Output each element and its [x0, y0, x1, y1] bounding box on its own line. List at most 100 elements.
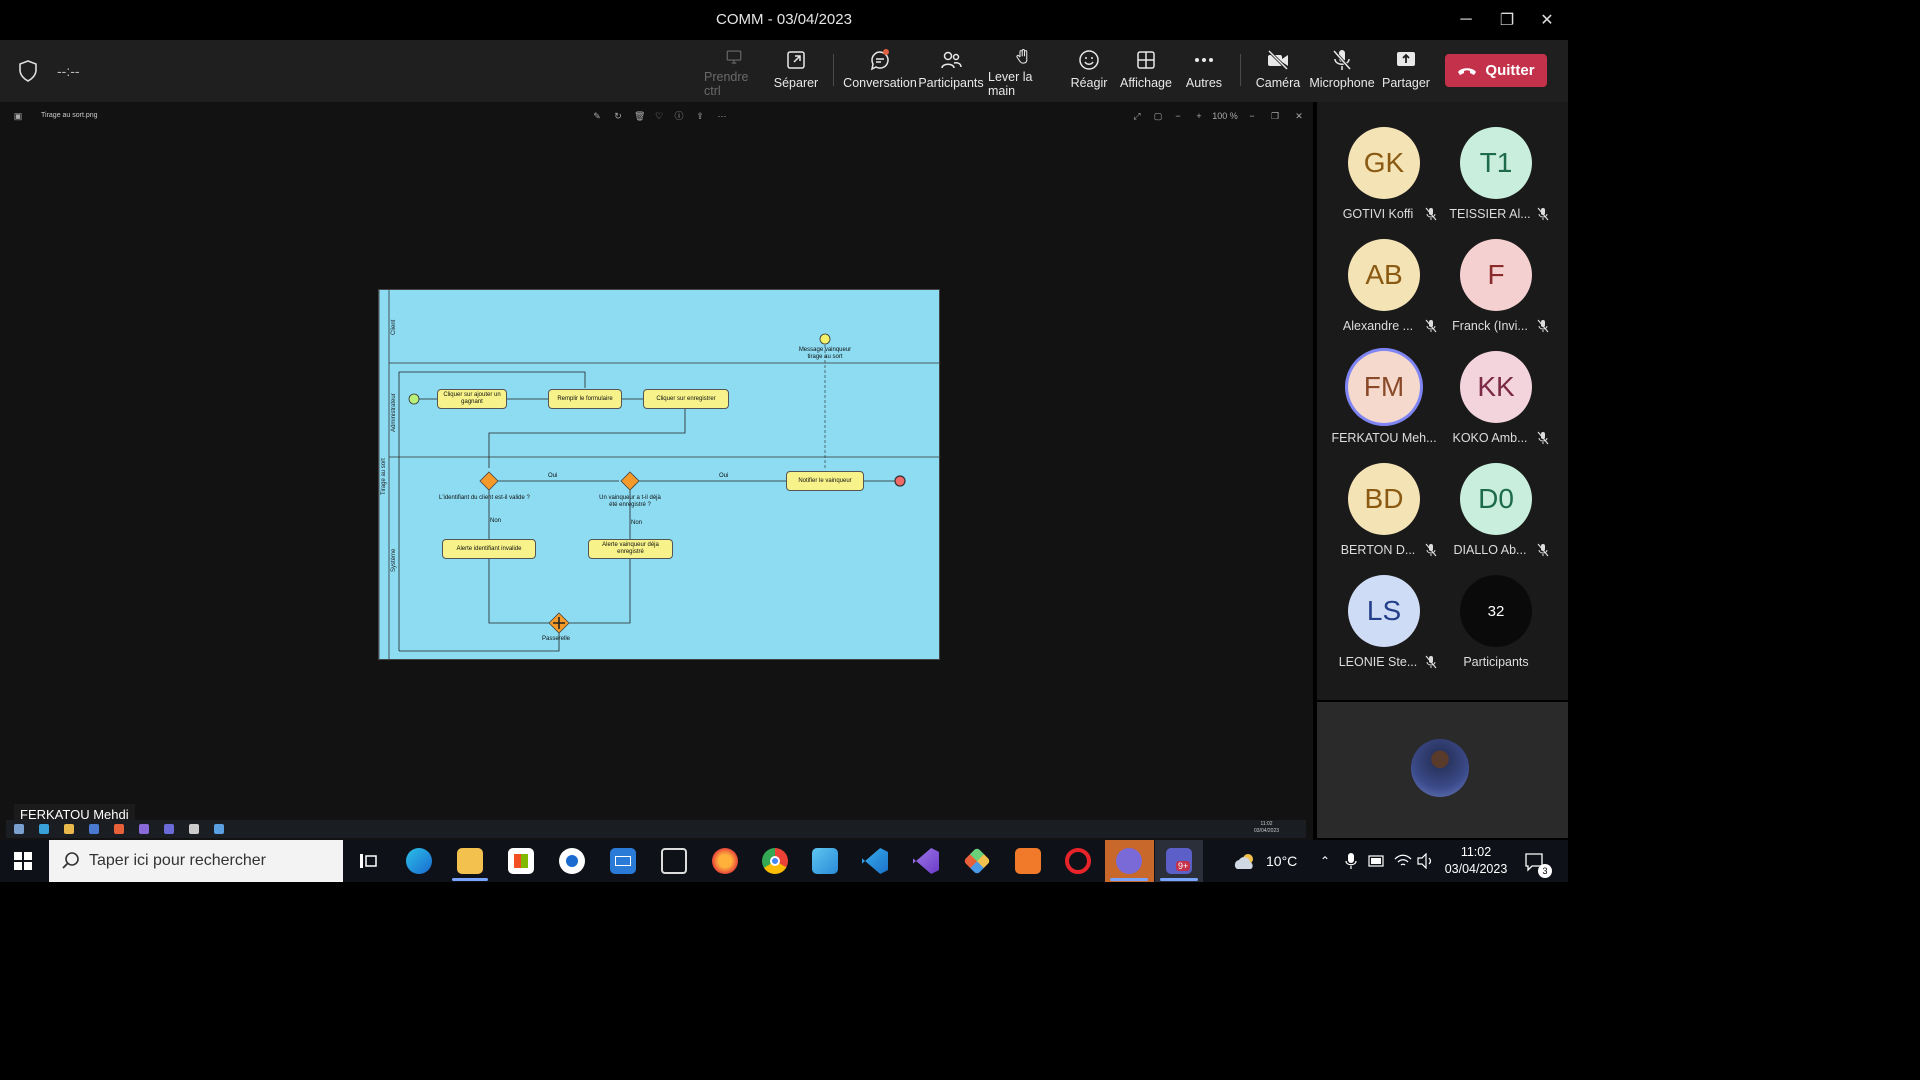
- taskbar-search[interactable]: Taper ici pour rechercher: [49, 840, 343, 882]
- taskbar-clock[interactable]: 11:02 03/04/2023: [1440, 844, 1512, 878]
- participant-tile[interactable]: BD BERTON D...: [1328, 463, 1440, 573]
- search-placeholder: Taper ici pour rechercher: [89, 852, 266, 869]
- microphone-tray-icon[interactable]: [1344, 852, 1358, 870]
- more-dots-icon: [1195, 58, 1213, 62]
- active-indicator: [1160, 878, 1198, 881]
- participants-gallery: GK GOTIVI Koffi T1 TEISSIER Al... AB Ale…: [1317, 102, 1568, 700]
- opera-icon[interactable]: [1065, 848, 1091, 874]
- react-button[interactable]: Réagir: [1068, 48, 1110, 98]
- participant-tile[interactable]: FM FERKATOU Meh...: [1328, 351, 1440, 461]
- share-button[interactable]: Partager: [1382, 48, 1430, 98]
- windows-start-icon[interactable]: [14, 852, 32, 870]
- app-diamond-icon[interactable]: [963, 847, 991, 875]
- delete-icon[interactable]: 🗑: [634, 111, 645, 121]
- viewer-minimize-icon[interactable]: −: [1247, 111, 1257, 121]
- hidden-icons-chevron[interactable]: ⌃: [1320, 840, 1330, 882]
- quit-label: Quitter: [1485, 62, 1535, 79]
- visual-studio-icon[interactable]: [913, 848, 939, 874]
- avatar: LS: [1348, 575, 1420, 647]
- volume-icon[interactable]: [1416, 853, 1434, 869]
- file-explorer-icon[interactable]: [457, 848, 483, 874]
- xampp-icon[interactable]: [1015, 848, 1041, 874]
- microphone-off-icon: [1332, 50, 1352, 70]
- firefox-icon[interactable]: [712, 848, 738, 874]
- take-control-button[interactable]: Prendre ctrl: [704, 48, 764, 98]
- separate-label: Séparer: [773, 76, 819, 90]
- shared-start-icon: [14, 824, 24, 834]
- gateway-valid-id-label: L'identifiant du client est-il valide ?: [439, 495, 530, 501]
- vscode-icon[interactable]: [862, 848, 888, 874]
- rotate-icon[interactable]: ↻: [613, 111, 623, 121]
- shared-taskbar: 11:02 03/04/2023: [6, 820, 1306, 838]
- participant-tile[interactable]: LS LEONIE Ste...: [1328, 575, 1440, 685]
- shared-app-icon: [189, 824, 199, 834]
- minimize-button[interactable]: ─: [1446, 6, 1486, 34]
- pool-label: Tirage au sort: [381, 458, 387, 495]
- mail-icon[interactable]: [610, 848, 636, 874]
- view-button[interactable]: Affichage: [1118, 48, 1174, 98]
- screen-control-icon: [726, 50, 742, 64]
- participant-name: Alexandre ...: [1342, 319, 1414, 333]
- participants-button[interactable]: Participants: [918, 48, 984, 98]
- shared-screen: ▣ Tirage au sort.png ✎ ↻ 🗑 ♡ ⓘ ⇪ ··· ⤢ ▢…: [0, 102, 1313, 840]
- active-indicator: [452, 878, 488, 881]
- shield-icon[interactable]: [18, 60, 38, 82]
- participant-tile[interactable]: GK GOTIVI Koffi: [1328, 127, 1440, 237]
- discord-like-icon[interactable]: [1116, 848, 1142, 874]
- self-view[interactable]: [1317, 702, 1568, 838]
- edge-icon[interactable]: [406, 848, 432, 874]
- quit-button[interactable]: Quitter: [1445, 54, 1547, 87]
- participant-tile[interactable]: D0 DIALLO Ab...: [1440, 463, 1552, 573]
- avatar: F: [1460, 239, 1532, 311]
- viewer-close-icon[interactable]: ✕: [1294, 111, 1304, 121]
- zoom-level: 100 %: [1212, 111, 1238, 121]
- bpmn-diagram: Tirage au sort Client Administrateur Sys…: [378, 289, 941, 661]
- app-w-icon[interactable]: [559, 848, 585, 874]
- more-button[interactable]: Autres: [1183, 48, 1225, 98]
- participant-tile[interactable]: KK KOKO Amb...: [1440, 351, 1552, 461]
- chrome-icon[interactable]: [762, 848, 788, 874]
- edit-icon[interactable]: ✎: [592, 111, 602, 121]
- task-view-icon[interactable]: [358, 852, 378, 870]
- expand-icon[interactable]: ⤢: [1132, 111, 1142, 121]
- task-add-winner: Cliquer sur ajouter un gagnant: [437, 389, 507, 409]
- participant-tile[interactable]: T1 TEISSIER Al...: [1440, 127, 1552, 237]
- mic-muted-icon: [1537, 431, 1549, 445]
- lane-system-label: Système: [391, 548, 397, 572]
- restore-button[interactable]: ❐: [1487, 6, 1527, 34]
- fit-icon[interactable]: ▢: [1153, 111, 1163, 121]
- participant-name: FERKATOU Meh...: [1331, 431, 1437, 445]
- flow-label-no: Non: [490, 518, 502, 524]
- microphone-button[interactable]: Microphone: [1309, 48, 1375, 98]
- viewer-restore-icon[interactable]: ❐: [1270, 111, 1280, 121]
- hand-icon: [1016, 48, 1028, 64]
- separate-button[interactable]: Séparer: [771, 48, 821, 98]
- share-icon[interactable]: ⇪: [695, 111, 705, 121]
- search-icon: [62, 852, 79, 869]
- participant-tile[interactable]: F Franck (Invi...: [1440, 239, 1552, 349]
- conversation-button[interactable]: Conversation: [843, 48, 917, 98]
- favorite-icon[interactable]: ♡: [654, 111, 664, 121]
- more-icon[interactable]: ···: [714, 111, 730, 121]
- wifi-icon[interactable]: [1394, 853, 1412, 869]
- close-button[interactable]: ✕: [1527, 6, 1567, 34]
- zoom-out-icon[interactable]: −: [1173, 111, 1183, 121]
- shared-app-icon: [89, 824, 99, 834]
- zoom-in-icon[interactable]: +: [1194, 111, 1204, 121]
- participant-name: KOKO Amb...: [1452, 431, 1528, 445]
- message-event: [819, 333, 831, 345]
- camera-button[interactable]: Caméra: [1256, 48, 1300, 98]
- store-icon[interactable]: [508, 848, 534, 874]
- battery-icon[interactable]: [1368, 854, 1386, 868]
- raise-hand-button[interactable]: Lever la main: [988, 48, 1058, 98]
- participant-tile[interactable]: AB Alexandre ...: [1328, 239, 1440, 349]
- task-click-save: Cliquer sur enregistrer: [643, 389, 729, 409]
- shared-clock: 11:02 03/04/2023: [1254, 821, 1279, 835]
- weather-widget[interactable]: 10°C: [1232, 840, 1297, 882]
- self-avatar: [1411, 739, 1469, 797]
- info-icon[interactable]: ⓘ: [674, 111, 684, 121]
- meeting-toolbar: --:-- Prendre ctrl Séparer Conversation …: [0, 40, 1568, 102]
- app-shield-icon[interactable]: [812, 848, 838, 874]
- more-participants-tile[interactable]: 32 Participants: [1440, 575, 1552, 685]
- cube-app-icon[interactable]: [661, 848, 687, 874]
